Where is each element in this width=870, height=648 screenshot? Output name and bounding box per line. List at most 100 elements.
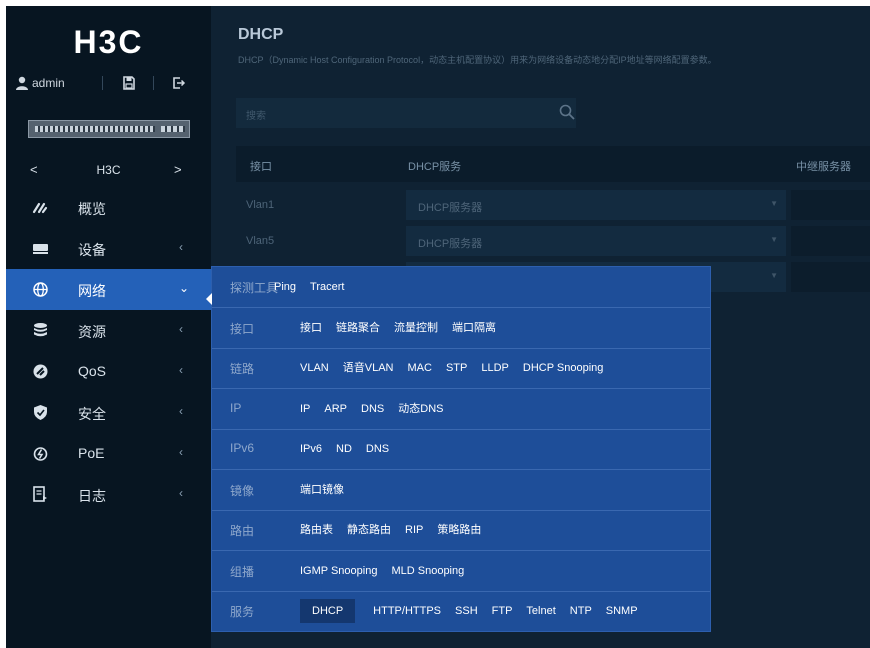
relay-server-cell bbox=[791, 226, 870, 256]
flyout-category-label: 镜像 bbox=[230, 483, 255, 498]
device-ports bbox=[35, 126, 155, 132]
flyout-menu-item[interactable]: Tracert bbox=[310, 275, 344, 299]
sidebar-item-poe[interactable]: PoE ‹ bbox=[6, 433, 211, 474]
interface-cell: Vlan5 bbox=[246, 235, 275, 247]
dropdown-arrow-icon: ▼ bbox=[770, 199, 778, 208]
flyout-menu-item[interactable]: LLDP bbox=[481, 356, 509, 380]
column-header[interactable]: 接口 bbox=[250, 158, 272, 174]
qos-icon bbox=[33, 364, 48, 379]
column-header[interactable]: 中继服务器 bbox=[796, 158, 851, 174]
search-input[interactable]: 搜索 bbox=[236, 98, 576, 128]
device-panel-image[interactable] bbox=[28, 120, 190, 138]
logout-icon[interactable] bbox=[170, 75, 186, 91]
flyout-row: 链路 VLAN 语音VLAN MAC STP LLDP DHCP Snooping bbox=[212, 348, 710, 389]
chevron-left-icon: ‹ bbox=[179, 363, 183, 377]
flyout-items: IP ARP DNS 动态DNS bbox=[300, 397, 458, 421]
flyout-menu-item[interactable]: 动态DNS bbox=[398, 397, 443, 421]
sidebar-item-label: 网络 bbox=[78, 283, 106, 299]
table-row: Vlan5 DHCP服务器 ▼ bbox=[236, 224, 870, 258]
shield-icon bbox=[34, 405, 47, 420]
user-bar: admin bbox=[6, 72, 211, 94]
sidebar-item-label: QoS bbox=[78, 363, 107, 379]
dhcp-service-select[interactable]: DHCP服务器 ▼ bbox=[406, 190, 786, 220]
brand-logo: H3C bbox=[73, 24, 144, 60]
flyout-category-label: IPv6 bbox=[230, 441, 255, 455]
flyout-category-label: 路由 bbox=[230, 524, 255, 538]
flyout-menu-item[interactable]: DHCP bbox=[300, 599, 356, 623]
column-header[interactable]: DHCP服务 bbox=[408, 158, 461, 174]
divider bbox=[102, 76, 103, 90]
flyout-menu-item[interactable]: MLD Snooping bbox=[391, 559, 464, 583]
flyout-menu-item[interactable]: SNMP bbox=[606, 599, 638, 623]
device-switcher: < H3C > bbox=[6, 156, 211, 184]
flyout-row: 探测工具 Ping Tracert bbox=[212, 267, 710, 308]
flyout-menu-item[interactable]: Telnet bbox=[526, 599, 555, 623]
flyout-category-label: 接口 bbox=[230, 321, 255, 336]
flyout-category-label: 组播 bbox=[230, 564, 255, 579]
flyout-category-label: IP bbox=[230, 400, 242, 415]
flyout-menu-item[interactable]: 静态路由 bbox=[347, 518, 391, 542]
sidebar-item-security[interactable]: 安全 ‹ bbox=[6, 392, 211, 433]
search-icon[interactable] bbox=[558, 103, 576, 121]
flyout-menu-item[interactable]: IP bbox=[300, 397, 310, 421]
flyout-menu-item[interactable]: 流量控制 bbox=[394, 316, 438, 340]
flyout-menu-item[interactable]: STP bbox=[446, 356, 467, 380]
chevron-left-icon: ‹ bbox=[179, 404, 183, 418]
flyout-menu-item[interactable]: 语音VLAN bbox=[343, 356, 394, 380]
flyout-menu-item[interactable]: 策略路由 bbox=[437, 518, 481, 542]
sidebar-item-qos[interactable]: QoS ‹ bbox=[6, 351, 211, 392]
flyout-items: VLAN 语音VLAN MAC STP LLDP DHCP Snooping bbox=[300, 356, 617, 380]
sidebar-item-network[interactable]: 网络 ⌄ bbox=[6, 269, 211, 310]
flyout-menu-item[interactable]: DHCP Snooping bbox=[523, 356, 604, 380]
flyout-items: DHCP HTTP/HTTPS SSH FTP Telnet NTP SNMP bbox=[300, 599, 652, 623]
flyout-menu-item[interactable]: RIP bbox=[405, 518, 423, 542]
flyout-menu-item[interactable]: NTP bbox=[570, 599, 592, 623]
sidebar-item-label: 设备 bbox=[78, 242, 106, 258]
flyout-category-label: 探测工具 bbox=[230, 281, 279, 295]
sidebar-item-label: 资源 bbox=[78, 324, 106, 340]
flyout-category-label: 链路 bbox=[230, 362, 255, 376]
save-icon[interactable] bbox=[121, 75, 137, 91]
log-document-icon bbox=[33, 486, 47, 502]
flyout-menu-item[interactable]: HTTP/HTTPS bbox=[373, 599, 441, 623]
sidebar-item-device[interactable]: 设备 ‹ bbox=[6, 228, 211, 269]
flyout-row: 镜像 端口镜像 bbox=[212, 470, 710, 511]
globe-icon bbox=[33, 282, 48, 297]
flyout-menu-item[interactable]: SSH bbox=[455, 599, 478, 623]
flyout-menu-item[interactable]: MAC bbox=[408, 356, 432, 380]
chevron-left-icon: ‹ bbox=[179, 240, 183, 254]
power-plug-icon bbox=[33, 447, 48, 461]
flyout-row: 服务 DHCP HTTP/HTTPS SSH FTP Telnet NTP SNMP bbox=[212, 591, 710, 631]
select-value: DHCP服务器 bbox=[418, 202, 483, 214]
sidebar-item-log[interactable]: 日志 ‹ bbox=[6, 474, 211, 515]
flyout-menu-item[interactable]: FTP bbox=[492, 599, 513, 623]
username-label: admin bbox=[32, 76, 65, 90]
chevron-left-icon: ‹ bbox=[179, 486, 183, 500]
flyout-menu-item[interactable]: 链路聚合 bbox=[336, 316, 380, 340]
sidebar-item-label: 日志 bbox=[78, 488, 106, 504]
dhcp-service-select[interactable]: DHCP服务器 ▼ bbox=[406, 226, 786, 256]
flyout-menu-item[interactable]: 接口 bbox=[300, 316, 322, 340]
flyout-menu-item[interactable]: DNS bbox=[361, 397, 384, 421]
flyout-menu-item[interactable]: IGMP Snooping bbox=[300, 559, 377, 583]
flyout-menu-item[interactable]: IPv6 bbox=[300, 437, 322, 461]
flyout-menu-item[interactable]: ND bbox=[336, 437, 352, 461]
flyout-menu-item[interactable]: Ping bbox=[274, 275, 296, 299]
flyout-menu-item[interactable]: VLAN bbox=[300, 356, 329, 380]
sidebar-item-overview[interactable]: 概览 bbox=[6, 187, 211, 228]
sidebar-menu: 概览 设备 ‹ 网络 ⌄ 资源 ‹ QoS ‹ 安全 ‹ PoE ‹ 日志 ‹ bbox=[6, 187, 211, 515]
relay-server-cell bbox=[791, 190, 870, 220]
sidebar-item-resources[interactable]: 资源 ‹ bbox=[6, 310, 211, 351]
flyout-menu-item[interactable]: 路由表 bbox=[300, 518, 333, 542]
flyout-row: 接口 接口 链路聚合 流量控制 端口隔离 bbox=[212, 308, 710, 349]
chevron-left-icon: ‹ bbox=[179, 322, 183, 336]
sidebar-item-label: PoE bbox=[78, 445, 105, 461]
device-next-button[interactable]: > bbox=[174, 162, 182, 177]
flyout-menu-item[interactable]: DNS bbox=[366, 437, 389, 461]
relay-server-cell bbox=[791, 262, 870, 292]
flyout-row: IP IP ARP DNS 动态DNS bbox=[212, 389, 710, 430]
flyout-menu-item[interactable]: ARP bbox=[324, 397, 347, 421]
flyout-menu-item[interactable]: 端口隔离 bbox=[452, 316, 496, 340]
flyout-menu-item[interactable]: 端口镜像 bbox=[300, 478, 344, 502]
sidebar: H3C admin < H3C > 概览 设备 ‹ 网络 ⌄ 资源 ‹ QoS … bbox=[6, 6, 211, 648]
